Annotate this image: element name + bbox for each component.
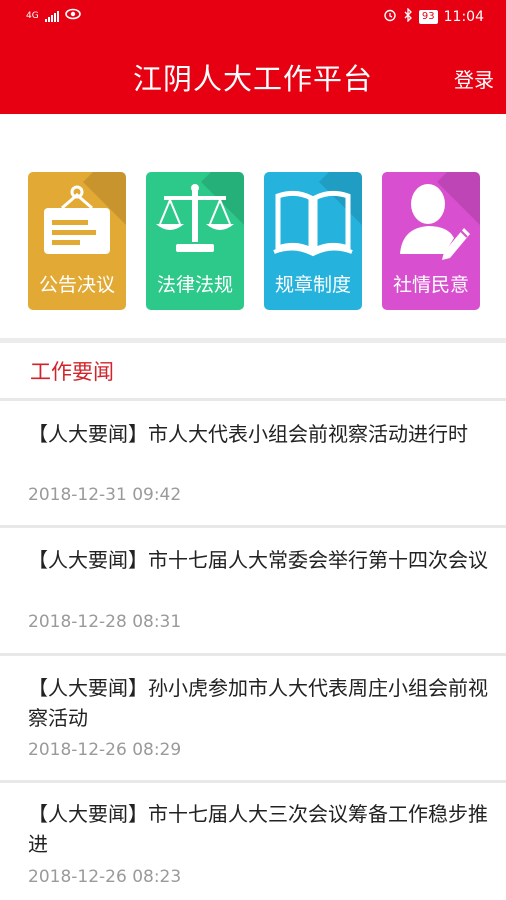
tile-label: 公告决议 bbox=[38, 274, 115, 296]
news-item[interactable]: 【人大要闻】市十七届人大三次会议筹备工作稳步推进 2018-12-26 08:2… bbox=[0, 783, 506, 900]
page-title: 江阴人大工作平台 bbox=[132, 62, 373, 96]
signal-icon bbox=[44, 10, 59, 22]
app-header: 4G 93 11:04 江阴人大工作平台 登录 bbox=[0, 0, 506, 114]
news-title: 【人大要闻】市十七届人大常委会举行第十四次会议 bbox=[28, 548, 488, 572]
section-divider bbox=[0, 338, 506, 343]
bluetooth-icon bbox=[403, 7, 413, 26]
news-item[interactable]: 【人大要闻】市人大代表小组会前视察活动进行时 2018-12-31 09:42 bbox=[0, 401, 506, 525]
network-label: 4G bbox=[26, 11, 39, 21]
clock: 11:04 bbox=[443, 9, 484, 25]
tile-label: 社情民意 bbox=[392, 274, 469, 296]
open-book-icon bbox=[264, 178, 362, 260]
eye-icon bbox=[64, 8, 81, 24]
tile-label: 规章制度 bbox=[274, 274, 351, 296]
tile-label: 法律法规 bbox=[156, 274, 233, 296]
news-title: 【人大要闻】市人大代表小组会前视察活动进行时 bbox=[28, 422, 468, 446]
news-title: 【人大要闻】市十七届人大三次会议筹备工作稳步推进 bbox=[28, 802, 488, 856]
tile-regulations[interactable]: 规章制度 bbox=[264, 172, 362, 310]
scales-icon bbox=[146, 178, 244, 260]
person-edit-icon bbox=[382, 178, 480, 260]
news-date: 2018-12-26 08:23 bbox=[28, 867, 182, 887]
alarm-icon bbox=[383, 8, 397, 26]
news-item[interactable]: 【人大要闻】市十七届人大常委会举行第十四次会议 2018-12-28 08:31 bbox=[0, 528, 506, 652]
battery-indicator: 93 bbox=[418, 10, 438, 24]
news-date: 2018-12-31 09:42 bbox=[28, 485, 182, 505]
tile-announcements[interactable]: 公告决议 bbox=[28, 172, 126, 310]
news-title: 【人大要闻】孙小虎参加市人大代表周庄小组会前视察活动 bbox=[28, 676, 488, 730]
news-date: 2018-12-26 08:29 bbox=[28, 740, 182, 760]
notice-board-icon bbox=[28, 178, 126, 260]
tile-laws[interactable]: 法律法规 bbox=[146, 172, 244, 310]
category-tiles: 公告决议 法律法规 规章制度 社情民意 bbox=[0, 172, 506, 310]
section-title-news: 工作要闻 bbox=[30, 360, 114, 384]
news-item[interactable]: 【人大要闻】孙小虎参加市人大代表周庄小组会前视察活动 2018-12-26 08… bbox=[0, 656, 506, 780]
login-button[interactable]: 登录 bbox=[454, 64, 494, 93]
status-bar: 4G 93 11:04 bbox=[0, 0, 506, 34]
tile-public-opinion[interactable]: 社情民意 bbox=[382, 172, 480, 310]
news-date: 2018-12-28 08:31 bbox=[28, 612, 182, 632]
